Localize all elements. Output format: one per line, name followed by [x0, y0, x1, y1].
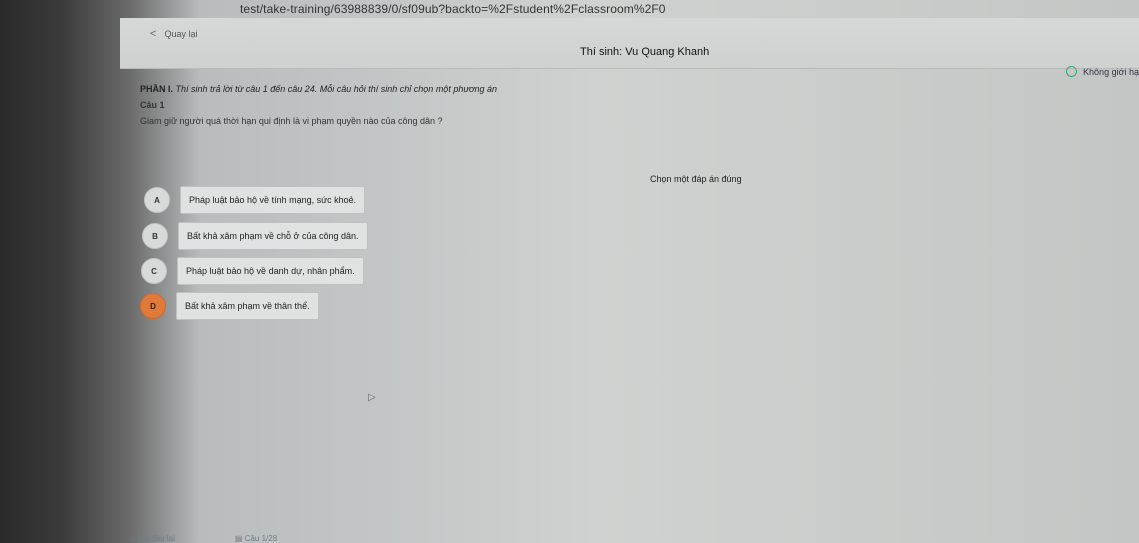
answer-letter-d[interactable]: D — [140, 293, 166, 319]
exam-header: < Quay lại Thí sinh: Vu Quang Khanh Khôn… — [120, 18, 1139, 77]
back-button[interactable]: < Quay lại — [150, 28, 197, 40]
answer-option-c[interactable]: C Pháp luật bảo hộ về danh dự, nhân phẩm… — [141, 257, 364, 285]
answer-text-d[interactable]: Bất khả xâm phạm về thân thể. — [176, 292, 319, 320]
answer-prompt: Chọn một đáp án đúng — [650, 174, 742, 184]
timer-label: Không giới hạ — [1083, 66, 1139, 77]
answer-letter-c[interactable]: C — [141, 258, 167, 284]
mouse-cursor-icon: ▷ — [368, 392, 376, 403]
clock-icon — [1066, 66, 1078, 77]
answer-option-d[interactable]: D Bất khả xâm phạm về thân thể. — [140, 292, 319, 320]
restart-label: Bắt đầu lại — [137, 534, 175, 543]
section-text: Thí sinh trả lời từ câu 1 đến câu 24. Mỗ… — [175, 84, 497, 94]
footer-bar: ○ Bắt đầu lại ▤ Câu 1/28 — [130, 533, 430, 543]
question-counter-label: Câu 1/28 — [244, 534, 278, 543]
url-bar[interactable]: test/take-training/63988839/0/sf09ub?bac… — [240, 0, 1139, 18]
back-label: Quay lại — [164, 29, 198, 39]
question-counter[interactable]: ▤ Câu 1/28 — [235, 534, 277, 543]
student-name: Thí sinh: Vu Quang Khanh — [580, 46, 710, 58]
question-content: PHẦN I. Thí sinh trả lời từ câu 1 đến câ… — [140, 80, 1020, 126]
answer-option-a[interactable]: A Pháp luật bảo hộ về tính mạng, sức kho… — [144, 186, 366, 214]
answer-text-b[interactable]: Bất khả xâm phạm về chỗ ở của công dân. — [178, 222, 368, 250]
section-title: PHẦN I. — [140, 84, 174, 94]
list-icon: ▤ — [234, 534, 243, 543]
question-text: Giam giữ người quá thời hạn qui định là … — [140, 116, 443, 126]
answer-text-c[interactable]: Pháp luật bảo hộ về danh dự, nhân phẩm. — [177, 257, 364, 285]
answer-text-a[interactable]: Pháp luật bảo hộ về tính mạng, sức khoẻ. — [180, 186, 366, 214]
question-number: Câu 1 — [140, 100, 165, 110]
restart-icon: ○ — [130, 534, 135, 543]
timer: Không giới hạ — [1066, 66, 1139, 77]
restart-button[interactable]: ○ Bắt đầu lại — [130, 534, 175, 543]
answer-letter-a[interactable]: A — [144, 187, 170, 213]
answer-option-b[interactable]: B Bất khả xâm phạm về chỗ ở của công dân… — [142, 222, 368, 250]
section-instruction: PHẦN I. Thí sinh trả lời từ câu 1 đến câ… — [140, 84, 1020, 94]
chevron-left-icon: < — [150, 28, 157, 40]
answer-letter-b[interactable]: B — [142, 223, 168, 249]
